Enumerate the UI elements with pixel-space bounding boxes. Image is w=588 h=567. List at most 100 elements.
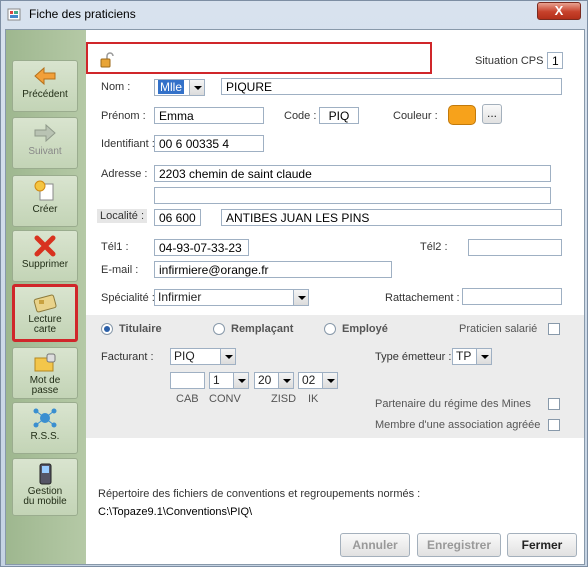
zisd-label: ZISD bbox=[271, 393, 297, 405]
specialite-value: Infirmier bbox=[158, 290, 202, 304]
identifiant-field[interactable]: 00 6 00335 4 bbox=[154, 135, 264, 152]
color-swatch[interactable] bbox=[448, 105, 476, 125]
civilite-value: Mlle bbox=[158, 80, 185, 94]
specialite-select[interactable]: Infirmier bbox=[154, 289, 309, 306]
situation-cps-label: Situation CPS : bbox=[475, 55, 550, 67]
conv-label: CONV bbox=[209, 393, 241, 405]
password-label: Mot de passe bbox=[29, 375, 61, 396]
agreee-label: Membre d'une association agréée bbox=[375, 419, 541, 431]
situation-cps-field[interactable]: 1 bbox=[547, 52, 563, 69]
adresse-line2-field[interactable] bbox=[154, 187, 551, 204]
create-button[interactable]: Créer bbox=[12, 175, 78, 227]
ville-field[interactable]: ANTIBES JUAN LES PINS bbox=[221, 209, 562, 226]
specialite-label: Spécialité : bbox=[101, 292, 155, 304]
delete-x-icon bbox=[34, 235, 56, 257]
salarie-label: Praticien salarié bbox=[459, 323, 538, 335]
delete-label: Supprimer bbox=[21, 259, 69, 270]
rss-label: R.S.S. bbox=[30, 431, 60, 442]
window-title: Fiche des praticiens bbox=[29, 7, 136, 21]
chevron-down-icon bbox=[233, 373, 248, 388]
type-emetteur-label: Type émetteur : bbox=[375, 351, 452, 363]
facturant-label: Facturant : bbox=[101, 351, 154, 363]
chevron-down-icon bbox=[220, 349, 235, 364]
adresse-line1-field[interactable]: 2203 chemin de saint claude bbox=[154, 165, 551, 182]
password-button[interactable]: Mot de passe bbox=[12, 347, 78, 399]
mines-checkbox[interactable] bbox=[548, 398, 560, 410]
ik-value: 02 bbox=[302, 373, 316, 387]
salarie-checkbox[interactable] bbox=[548, 323, 560, 335]
email-field[interactable]: infirmiere@orange.fr bbox=[154, 261, 392, 278]
employe-radio[interactable] bbox=[324, 323, 336, 335]
zisd-select[interactable]: 20 bbox=[254, 372, 294, 389]
tel2-label: Tél2 : bbox=[420, 241, 448, 253]
type-emetteur-value: TP bbox=[456, 349, 472, 363]
code-label: Code : bbox=[284, 110, 317, 122]
app-window: Fiche des praticiens X Précédent Suivant… bbox=[0, 0, 588, 567]
create-label: Créer bbox=[32, 204, 58, 215]
mobile-label: Gestion du mobile bbox=[23, 486, 67, 507]
chevron-down-icon bbox=[476, 349, 491, 364]
code-postal-field[interactable]: 06 600 bbox=[154, 209, 201, 226]
ik-label: IK bbox=[308, 393, 319, 405]
email-label: E-mail : bbox=[101, 264, 139, 276]
next-label: Suivant bbox=[28, 146, 62, 157]
main-panel: Situation CPS : 1 Nom : Mlle PIQURE Prén… bbox=[86, 30, 584, 564]
civilite-select[interactable]: Mlle bbox=[154, 79, 205, 96]
color-picker-button[interactable]: ... bbox=[482, 104, 502, 124]
network-icon bbox=[33, 408, 57, 428]
remplacant-radio[interactable] bbox=[213, 323, 225, 335]
card-reader-icon bbox=[33, 294, 57, 313]
cab-field[interactable] bbox=[170, 372, 205, 389]
type-emetteur-select[interactable]: TP bbox=[452, 348, 492, 365]
repertoire-path: C:\Topaze9.1\Conventions\PIQ\ bbox=[98, 506, 253, 518]
annuler-button[interactable]: Annuler bbox=[340, 533, 410, 557]
code-field[interactable]: PIQ bbox=[319, 107, 359, 124]
mobile-phone-icon bbox=[39, 463, 52, 485]
mines-label: Partenaire du régime des Mines bbox=[375, 398, 531, 410]
cab-label: CAB bbox=[176, 393, 199, 405]
conv-select[interactable]: 1 bbox=[209, 372, 249, 389]
rss-button[interactable]: R.S.S. bbox=[12, 402, 78, 454]
identifiant-label: Identifiant : bbox=[101, 138, 155, 150]
arrow-left-icon bbox=[34, 66, 56, 86]
chevron-down-icon bbox=[189, 80, 204, 95]
arrow-right-icon bbox=[34, 123, 56, 143]
unlock-icon bbox=[100, 52, 114, 68]
chevron-down-icon bbox=[322, 373, 337, 388]
next-button[interactable]: Suivant bbox=[12, 117, 78, 169]
prenom-label: Prénom : bbox=[101, 110, 146, 122]
agreee-checkbox[interactable] bbox=[548, 419, 560, 431]
previous-button[interactable]: Précédent bbox=[12, 60, 78, 112]
close-button[interactable]: X bbox=[537, 2, 581, 20]
chevron-down-icon bbox=[278, 373, 293, 388]
repertoire-label: Répertoire des fichiers de conventions e… bbox=[98, 488, 421, 500]
fermer-button[interactable]: Fermer bbox=[507, 533, 577, 557]
titulaire-label: Titulaire bbox=[119, 323, 162, 335]
title-bar: Fiche des praticiens X bbox=[1, 1, 587, 29]
dialog-frame: Précédent Suivant Créer Supprimer Lectur… bbox=[5, 29, 585, 565]
facturation-section: Titulaire Remplaçant Employé Praticien s… bbox=[86, 315, 584, 438]
folder-lock-icon bbox=[34, 353, 56, 372]
new-document-icon bbox=[34, 180, 54, 201]
rattachement-label: Rattachement : bbox=[385, 292, 460, 304]
enregistrer-button[interactable]: Enregistrer bbox=[417, 533, 501, 557]
prenom-field[interactable]: Emma bbox=[154, 107, 264, 124]
sidebar: Précédent Suivant Créer Supprimer Lectur… bbox=[6, 30, 86, 564]
rattachement-field[interactable] bbox=[462, 288, 562, 305]
tel1-label: Tél1 : bbox=[101, 241, 129, 253]
remplacant-label: Remplaçant bbox=[231, 323, 294, 335]
nom-field[interactable]: PIQURE bbox=[221, 78, 562, 95]
titulaire-radio[interactable] bbox=[101, 323, 113, 335]
chevron-down-icon bbox=[293, 290, 308, 305]
delete-button[interactable]: Supprimer bbox=[12, 230, 78, 282]
facturant-value: PIQ bbox=[174, 349, 195, 363]
facturant-select[interactable]: PIQ bbox=[170, 348, 236, 365]
read-card-button[interactable]: Lecture carte bbox=[12, 284, 78, 342]
mobile-button[interactable]: Gestion du mobile bbox=[12, 458, 78, 516]
employe-label: Employé bbox=[342, 323, 388, 335]
ik-select[interactable]: 02 bbox=[298, 372, 338, 389]
tel1-field[interactable]: 04-93-07-33-23 bbox=[154, 239, 249, 256]
tel2-field[interactable] bbox=[468, 239, 562, 256]
localite-label: Localité : bbox=[97, 209, 148, 223]
read-card-label: Lecture carte bbox=[28, 314, 62, 335]
